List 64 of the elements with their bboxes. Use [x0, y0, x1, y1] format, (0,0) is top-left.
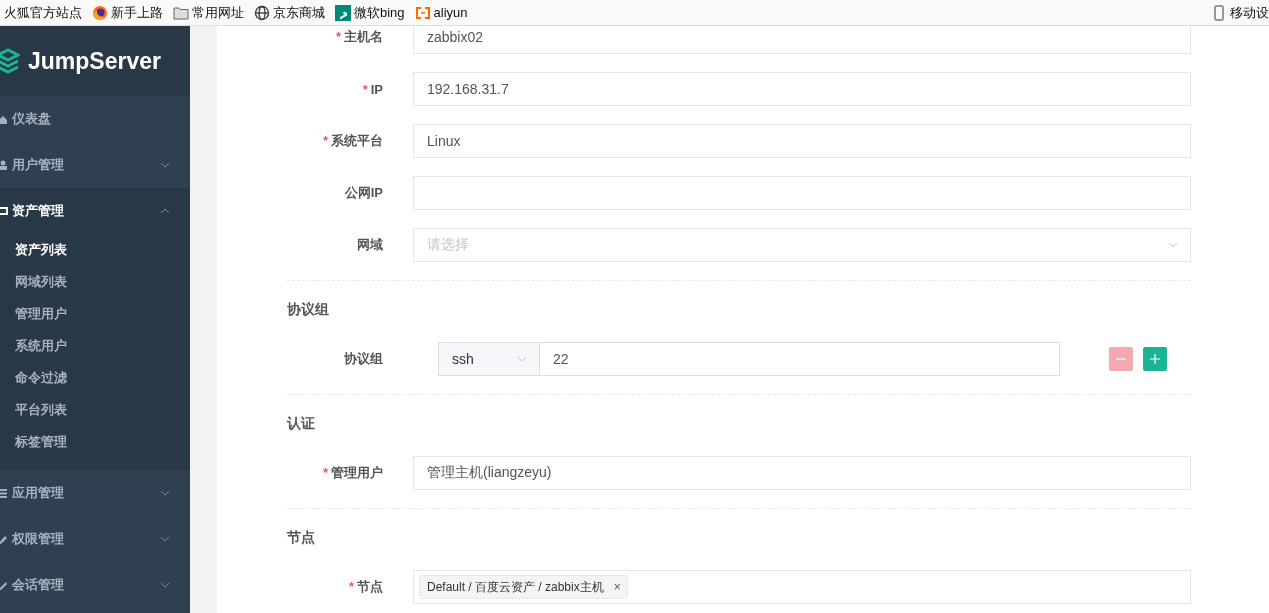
bookmark[interactable]: 微软bing [354, 3, 405, 22]
phone-icon [1211, 4, 1227, 21]
brand-name: JumpServer [28, 47, 161, 75]
menu-item-icon [0, 114, 8, 124]
input-field[interactable]: 管理主机(liangzeyu) [413, 456, 1191, 490]
aliyun-icon [414, 4, 431, 21]
nav-item[interactable]: 应用管理 [0, 470, 190, 516]
bookmark[interactable]: aliyun [433, 5, 468, 20]
submenu-item[interactable]: 资产列表 [0, 234, 190, 266]
submenu-item[interactable]: 命令过滤 [0, 362, 190, 394]
bing-icon [335, 4, 351, 21]
input-field[interactable]: zabbix02 [413, 26, 1191, 54]
submenu-item[interactable]: 标签管理 [0, 426, 190, 458]
nav-item[interactable]: 权限管理 [0, 516, 190, 562]
field-label: * 管理用户 [321, 464, 384, 482]
tag-label: Default / 百度云资产 / zabbix主机 [427, 578, 604, 596]
tag-remove[interactable]: × [613, 580, 621, 594]
bookmark[interactable]: 移动设 [1230, 3, 1269, 22]
input-field[interactable]: 192.168.31.7 [413, 72, 1191, 106]
section-heading: 协议组 [287, 300, 330, 319]
field-label: 网域 [356, 236, 384, 254]
submenu-item[interactable]: 网域列表 [0, 266, 190, 298]
chevron-down-icon [160, 490, 170, 496]
chevron-down-icon [517, 356, 527, 362]
menu-item-icon [0, 580, 8, 590]
firefox-icon [92, 4, 108, 21]
nav-item[interactable]: 会话管理 [0, 562, 190, 608]
nav-item[interactable]: 仪表盘 [0, 96, 190, 142]
menu-item-icon [0, 206, 8, 216]
plus-icon [1149, 353, 1161, 365]
bookmark[interactable]: 常用网址 [192, 3, 244, 22]
field-label: 公网IP [343, 184, 384, 202]
chevron-down-icon [160, 162, 170, 168]
input-field[interactable] [413, 176, 1191, 210]
menu-item-icon [0, 488, 8, 498]
chevron-down-icon [160, 582, 170, 588]
bookmark[interactable]: 新手上路 [111, 3, 163, 22]
chevron-down-icon [1168, 242, 1178, 248]
bookmark[interactable]: 京东商城 [273, 3, 325, 22]
submenu-item[interactable]: 平台列表 [0, 394, 190, 426]
chevron-down-icon [160, 536, 170, 542]
chevron-up-icon [160, 208, 170, 214]
port-field[interactable]: 22 [539, 342, 1060, 376]
bookmark[interactable]: 火狐官方站点 [4, 3, 82, 22]
field-label: * 系统平台 [321, 132, 384, 150]
nav-item[interactable]: 资产管理 [0, 188, 190, 234]
section-heading: 节点 [287, 528, 316, 547]
logo-icon [0, 46, 20, 76]
section-heading: 认证 [287, 414, 316, 433]
protocol-select[interactable]: ssh [438, 342, 539, 376]
menu-item-icon [0, 534, 8, 544]
menu-item-icon [0, 160, 8, 170]
submenu-item[interactable]: 管理用户 [0, 298, 190, 330]
field-label: * 节点 [347, 578, 384, 596]
input-field[interactable]: Linux [413, 124, 1191, 158]
add-button[interactable] [1143, 347, 1167, 371]
field-label: * IP [361, 81, 384, 97]
folder-icon [173, 4, 189, 21]
tags-field[interactable]: Default / 百度云资产 / zabbix主机 × [413, 570, 1191, 604]
field-label: * 主机名 [334, 28, 384, 46]
field-label: 协议组 [343, 350, 384, 368]
submenu-item[interactable]: 系统用户 [0, 330, 190, 362]
globe-icon [254, 4, 270, 21]
nav-item[interactable]: 用户管理 [0, 142, 190, 188]
